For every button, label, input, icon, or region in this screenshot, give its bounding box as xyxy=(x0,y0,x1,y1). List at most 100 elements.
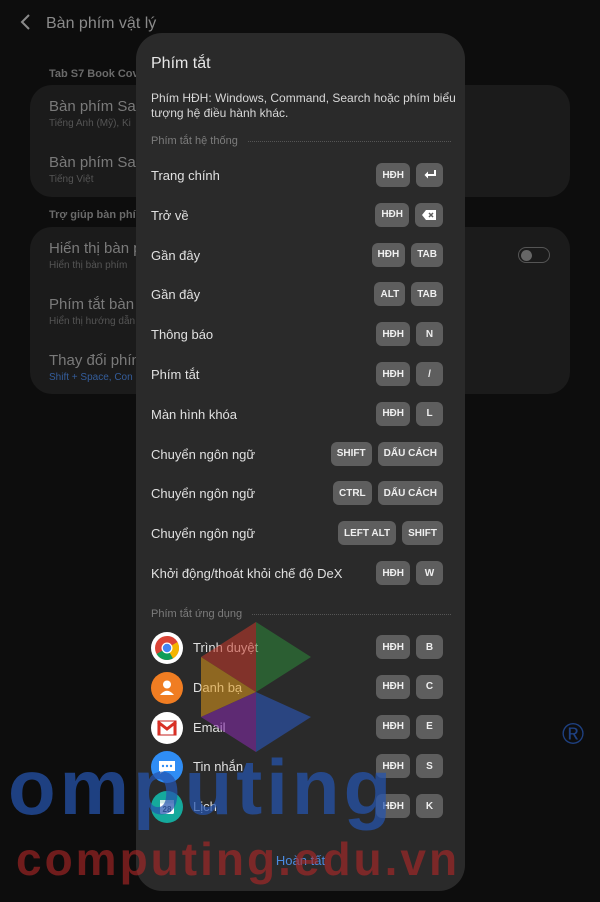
shortcut-label: Trở về xyxy=(151,207,189,223)
key-combo: ALT TAB xyxy=(374,282,443,307)
system-shortcut-row: Màn hình khóa HĐH L xyxy=(136,395,465,435)
key-cap: TAB xyxy=(411,242,443,267)
section-header-help: Trợ giúp bàn phím xyxy=(49,209,146,221)
system-section-label: Phím tắt hệ thống xyxy=(151,135,238,147)
key-cap: HĐH xyxy=(376,401,410,426)
system-shortcut-row: Chuyển ngôn ngữ CTRL DẤU CÁCH xyxy=(136,474,465,514)
key-cap: SHIFT xyxy=(402,521,443,546)
key-combo: HĐH L xyxy=(376,401,443,426)
system-shortcut-row: Trở về HĐH xyxy=(136,196,465,236)
page-title: Bàn phím vật lý xyxy=(46,15,157,32)
shortcut-label: Gần đây xyxy=(151,287,201,303)
help-item-shortcuts-sub: Hiển thị hướng dẫn xyxy=(49,316,136,327)
keyboard-item-2-title: Bàn phím San xyxy=(49,154,145,171)
toggle-knob xyxy=(521,249,532,261)
watermark-url: computing.edu.vn xyxy=(16,833,461,885)
help-item-change-key-sub: Shift + Space, Con xyxy=(49,372,133,383)
contacts-icon xyxy=(151,671,183,704)
key-combo: HĐH TAB xyxy=(371,242,443,267)
section-divider xyxy=(252,613,451,615)
key-combo: LEFT ALT SHIFT xyxy=(338,521,443,546)
key-combo: HĐH C xyxy=(376,674,443,699)
system-shortcut-row: Chuyển ngôn ngữ SHIFT DẤU CÁCH xyxy=(136,435,465,475)
key-cap: N xyxy=(416,322,443,347)
key-cap: HĐH xyxy=(376,362,410,386)
system-section-header: Phím tắt hệ thống xyxy=(151,135,451,147)
shortcut-label: Khởi động/thoát khỏi chế độ DeX xyxy=(151,566,343,581)
keyboard-item-2[interactable]: Bàn phím San Tiếng Việt xyxy=(49,154,144,185)
help-item-change-key[interactable]: Thay đổi phím Shift + Space, Con xyxy=(49,352,144,383)
key-cap: S xyxy=(416,754,443,779)
back-arrow-icon[interactable] xyxy=(16,12,36,32)
help-item-show-keyboard-sub: Hiển thị bàn phím xyxy=(49,260,128,271)
key-combo: SHIFT DẤU CÁCH xyxy=(330,441,443,466)
watermark-registered: ® xyxy=(562,718,585,751)
gmail-icon xyxy=(151,711,183,744)
key-combo: HĐH / xyxy=(376,362,443,386)
shortcut-label: Chuyển ngôn ngữ xyxy=(151,526,256,542)
dialog-description: Phím HĐH: Windows, Command, Search hoặc … xyxy=(151,91,456,120)
shortcut-label: Gần đây xyxy=(151,247,201,263)
keyboard-item-1-sub: Tiếng Anh (Mỹ), Ki xyxy=(49,118,131,129)
key-cap: HĐH xyxy=(376,561,410,585)
key-cap: HĐH xyxy=(376,714,410,739)
key-combo: HĐH N xyxy=(376,322,443,347)
keyboard-item-1-title: Bàn phím San xyxy=(49,98,145,115)
key-cap: LEFT ALT xyxy=(338,521,397,546)
enter-icon xyxy=(416,163,443,187)
key-cap: E xyxy=(416,714,443,739)
watermark-logo-icon xyxy=(201,622,311,752)
key-cap: / xyxy=(416,362,443,386)
backspace-icon xyxy=(415,202,443,227)
system-shortcut-row: Gần đây ALT TAB xyxy=(136,275,465,315)
shortcut-label: Trang chính xyxy=(151,168,220,183)
key-cap: C xyxy=(416,674,443,699)
key-cap: W xyxy=(416,561,443,585)
key-cap: DẤU CÁCH xyxy=(377,441,443,466)
system-shortcut-row: Khởi động/thoát khỏi chế độ DeX HĐH W xyxy=(136,554,465,594)
watermark-text: omputing xyxy=(8,743,396,831)
key-cap: SHIFT xyxy=(330,441,372,466)
key-combo: HĐH W xyxy=(376,561,443,585)
section-divider xyxy=(247,140,451,142)
help-item-change-key-title: Thay đổi phím xyxy=(49,352,145,369)
key-combo: HĐH E xyxy=(376,714,443,739)
key-cap: DẤU CÁCH xyxy=(377,481,443,506)
shortcut-label: Chuyển ngôn ngữ xyxy=(151,446,256,462)
key-cap: CTRL xyxy=(332,481,372,506)
key-cap: HĐH xyxy=(371,242,406,267)
key-cap: HĐH xyxy=(376,163,410,187)
shortcut-label: Thông báo xyxy=(151,327,214,343)
system-shortcut-row: Phím tắt HĐH / xyxy=(136,355,465,395)
key-cap: ALT xyxy=(374,282,406,307)
help-item-show-keyboard-title: Hiển thị bàn p xyxy=(49,240,142,257)
keyboard-item-1[interactable]: Bàn phím San Tiếng Anh (Mỹ), Ki xyxy=(49,98,144,129)
system-shortcut-row: Chuyển ngôn ngữ LEFT ALT SHIFT xyxy=(136,514,465,554)
key-cap: L xyxy=(416,401,443,426)
shortcut-label: Chuyển ngôn ngữ xyxy=(151,486,256,502)
key-cap: B xyxy=(416,635,443,659)
key-combo: HĐH xyxy=(375,202,443,227)
shortcut-label: Phím tắt xyxy=(151,367,200,382)
key-cap: HĐH xyxy=(376,674,410,699)
system-shortcut-row: Gần đây HĐH TAB xyxy=(136,236,465,276)
help-item-show-keyboard[interactable]: Hiển thị bàn p Hiển thị bàn phím xyxy=(49,240,142,271)
system-shortcut-row: Thông báo HĐH N xyxy=(136,315,465,355)
key-combo: CTRL DẤU CÁCH xyxy=(332,481,443,506)
chrome-icon xyxy=(151,632,183,664)
section-header-keyboard: Tab S7 Book Cov xyxy=(49,68,139,80)
key-combo: HĐH xyxy=(376,163,443,187)
key-cap: HĐH xyxy=(375,202,409,227)
help-item-shortcuts-title: Phím tắt bàn p xyxy=(49,296,147,313)
shortcut-label: Màn hình khóa xyxy=(151,406,238,422)
key-cap: TAB xyxy=(411,282,443,307)
dialog-title: Phím tắt xyxy=(151,55,211,72)
keyboard-item-2-sub: Tiếng Việt xyxy=(49,174,94,185)
app-section-label: Phím tắt ứng dụng xyxy=(151,608,243,620)
screen: Bàn phím vật lý Tab S7 Book Cov Bàn phím… xyxy=(0,0,600,902)
system-shortcut-row: Trang chính HĐH xyxy=(136,156,465,196)
help-item-shortcuts[interactable]: Phím tắt bàn p Hiển thị hướng dẫn xyxy=(49,296,147,327)
key-combo: HĐH B xyxy=(376,635,443,659)
show-keyboard-toggle[interactable] xyxy=(518,247,550,263)
key-cap: HĐH xyxy=(376,635,410,659)
